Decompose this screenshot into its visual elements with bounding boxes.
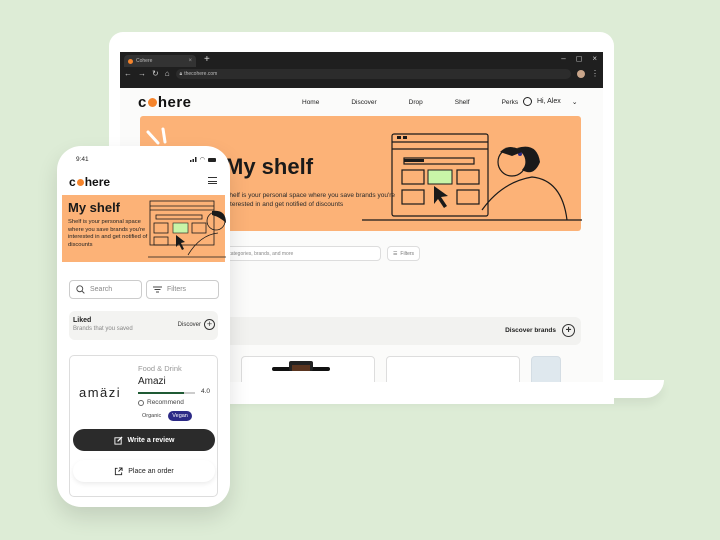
logo-dot bbox=[147, 97, 157, 107]
back-icon[interactable]: ← bbox=[124, 69, 132, 78]
product-jar-image bbox=[272, 361, 330, 371]
write-review-button[interactable]: Write a review bbox=[73, 429, 215, 451]
favicon-icon bbox=[128, 58, 133, 64]
tab-title: Cohere bbox=[136, 58, 153, 64]
window-controls: – ◻ × bbox=[561, 54, 597, 63]
reload-icon[interactable]: ↻ bbox=[152, 69, 159, 78]
kebab-menu-icon[interactable]: ⋮ bbox=[591, 69, 599, 78]
browser-chrome: Cohere × + – ◻ × ← → ↻ ⌂ 🔒︎ thecohere.co… bbox=[120, 52, 603, 88]
mobile-hero-title: My shelf bbox=[68, 200, 121, 215]
main-nav: Home Discover Drop Shelf Perks bbox=[302, 88, 550, 116]
edit-icon bbox=[113, 435, 123, 445]
profile-avatar[interactable] bbox=[577, 69, 585, 78]
status-time: 9:41 bbox=[76, 156, 89, 163]
tag-organic: Organic bbox=[142, 413, 162, 419]
battery-icon bbox=[208, 157, 216, 162]
user-greeting: Hi, Alex bbox=[537, 98, 561, 105]
signal-icon bbox=[189, 157, 197, 162]
mobile-shelf-illustration bbox=[148, 200, 226, 258]
user-menu[interactable]: Hi, Alex ⌄ bbox=[523, 97, 578, 106]
desktop-filters-button[interactable]: ☰ Filters bbox=[387, 246, 420, 261]
url-text: thecohere.com bbox=[184, 70, 218, 77]
rating-bar bbox=[138, 392, 195, 394]
home-icon[interactable]: ⌂ bbox=[165, 69, 170, 78]
browser-toolbar: ← → ↻ ⌂ 🔒︎ thecohere.com ⋮ bbox=[124, 67, 599, 80]
filter-icon bbox=[153, 286, 162, 293]
browser-tab[interactable]: Cohere × bbox=[124, 55, 196, 67]
brand-card-amazi[interactable]: amäzi Food & Drink Amazi 4.0 Recommend O… bbox=[69, 355, 218, 497]
nav-drop[interactable]: Drop bbox=[409, 99, 423, 106]
brand-card[interactable] bbox=[241, 356, 375, 382]
hero-title: My shelf bbox=[225, 154, 314, 179]
plus-circle-icon: + bbox=[562, 324, 575, 337]
plus-circle-icon: + bbox=[204, 319, 215, 330]
shelf-illustration bbox=[362, 133, 582, 221]
mobile-liked-header: Liked Brands that you saved Discover + bbox=[69, 311, 218, 340]
site-header: c here Home Discover Drop Shelf Perks Hi,… bbox=[120, 88, 603, 116]
mobile-hero-description: Shelf is your personal space where you s… bbox=[68, 219, 148, 248]
new-tab-button[interactable]: + bbox=[204, 54, 210, 65]
logo-dot bbox=[76, 179, 84, 186]
phone-frame: 9:41 ◠ c here My shelf Shelf is your pers… bbox=[57, 146, 230, 507]
tag-vegan: Vegan bbox=[168, 411, 192, 421]
mobile-discover-button[interactable]: Discover + bbox=[178, 319, 215, 330]
search-icon bbox=[76, 285, 85, 294]
maximize-icon[interactable]: ◻ bbox=[576, 54, 583, 63]
forward-icon[interactable]: → bbox=[138, 69, 146, 78]
radio-icon bbox=[138, 399, 144, 406]
brand-name: Amazi bbox=[138, 376, 166, 387]
address-bar[interactable]: 🔒︎ thecohere.com bbox=[175, 68, 571, 79]
brand-category: Food & Drink bbox=[138, 364, 182, 373]
cohere-logo[interactable]: c here bbox=[138, 94, 192, 111]
place-order-button[interactable]: Place an order bbox=[73, 460, 215, 482]
recommend-toggle[interactable]: Recommend bbox=[138, 399, 184, 406]
user-icon bbox=[523, 97, 532, 106]
mobile-hero-banner: My shelf Shelf is your personal space wh… bbox=[62, 195, 226, 262]
mobile-cohere-logo[interactable]: c here bbox=[69, 175, 110, 189]
mobile-search-row: Search Filters bbox=[69, 280, 219, 299]
lock-icon: 🔒︎ bbox=[179, 70, 183, 77]
external-link-icon bbox=[115, 466, 123, 475]
mobile-search-input[interactable]: Search bbox=[69, 280, 142, 299]
brand-card[interactable] bbox=[531, 356, 561, 382]
nav-perks[interactable]: Perks bbox=[502, 99, 519, 106]
nav-discover[interactable]: Discover bbox=[351, 99, 376, 106]
brand-logo: amäzi bbox=[79, 385, 122, 400]
filter-icon: ☰ bbox=[392, 250, 398, 257]
brand-tags: Organic Vegan bbox=[140, 411, 192, 421]
brand-card[interactable] bbox=[386, 356, 520, 382]
mobile-filters-button[interactable]: Filters bbox=[146, 280, 219, 299]
discover-brands-button[interactable]: Discover brands + bbox=[505, 324, 575, 337]
nav-home[interactable]: Home bbox=[302, 99, 319, 106]
close-window-icon[interactable]: × bbox=[592, 54, 597, 63]
rating-bar-fill bbox=[138, 392, 184, 394]
liked-title: Liked bbox=[73, 317, 92, 324]
wifi-icon: ◠ bbox=[199, 157, 205, 163]
hamburger-menu-icon[interactable] bbox=[208, 177, 217, 184]
rating-value: 4.0 bbox=[201, 388, 211, 395]
nav-shelf[interactable]: Shelf bbox=[455, 99, 470, 106]
status-icons: ◠ bbox=[189, 156, 216, 163]
liked-subtitle: Brands that you saved bbox=[73, 326, 133, 332]
tab-close-icon[interactable]: × bbox=[188, 58, 192, 64]
minimize-icon[interactable]: – bbox=[561, 54, 565, 63]
chevron-down-icon: ⌄ bbox=[571, 98, 578, 106]
